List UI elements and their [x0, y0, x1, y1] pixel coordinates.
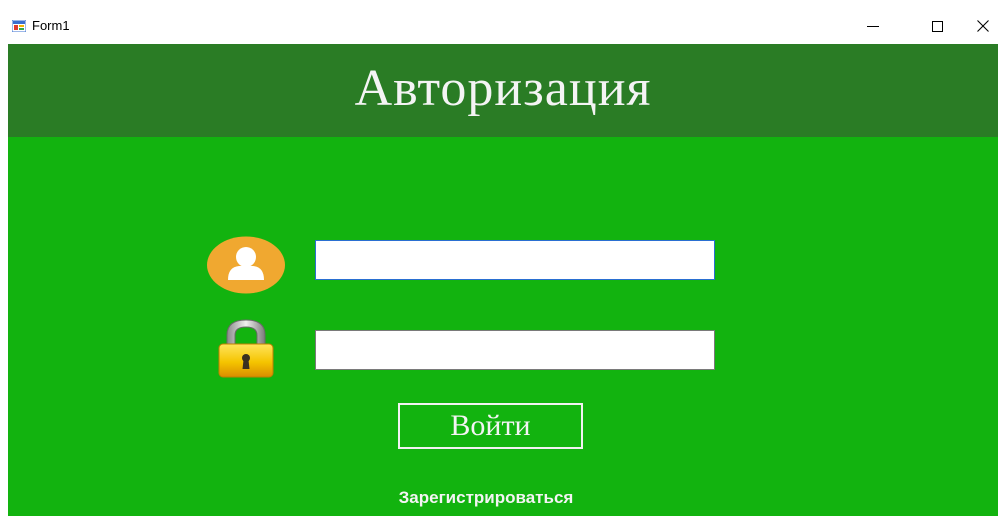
page-title: Авторизация	[354, 60, 652, 117]
maximize-icon	[931, 20, 943, 32]
app-window: Form1 Авторизация Войти Зарегистрировать…	[0, 0, 1006, 516]
form-client-area: Авторизация Войти Зарегистрироваться	[8, 44, 998, 516]
maximize-button[interactable]	[914, 8, 960, 44]
title-bar[interactable]: Form1	[0, 8, 1006, 44]
minimize-button[interactable]	[850, 8, 896, 44]
lock-icon	[218, 319, 274, 378]
minimize-icon	[867, 26, 879, 27]
app-icon	[12, 20, 26, 32]
close-button[interactable]	[960, 8, 1006, 44]
window-title: Form1	[32, 18, 70, 33]
login-button[interactable]: Войти	[398, 403, 583, 449]
user-icon	[207, 236, 285, 294]
register-link[interactable]: Зарегистрироваться	[8, 488, 964, 508]
header-banner: Авторизация	[8, 44, 998, 137]
close-icon	[977, 20, 989, 32]
password-input[interactable]	[315, 330, 715, 370]
login-input[interactable]	[315, 240, 715, 280]
